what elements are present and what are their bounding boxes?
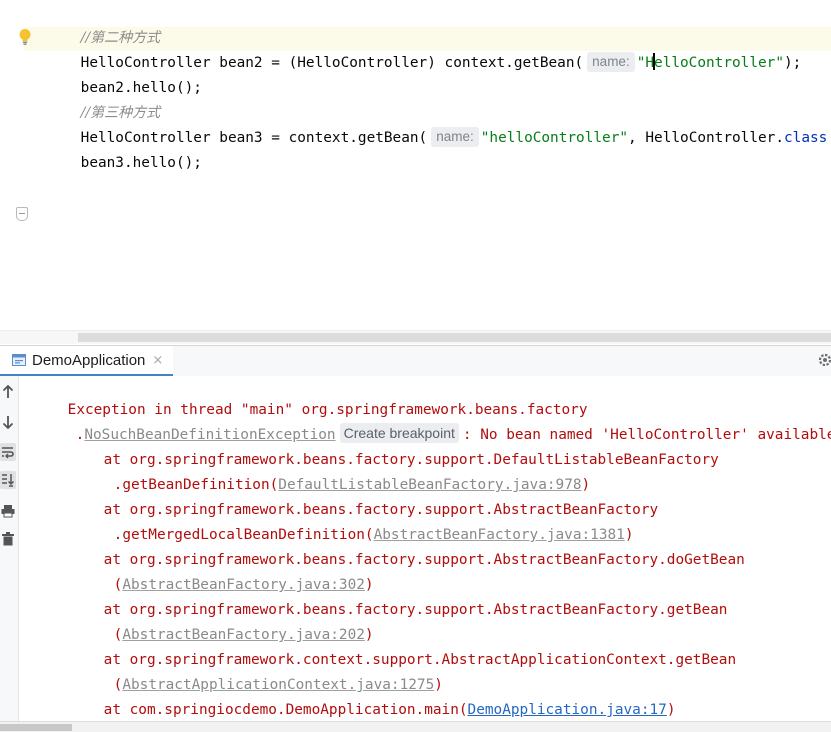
up-button[interactable] (0, 383, 16, 401)
console-line: .NoSuchBeanDefinitionException Create bre… (41, 398, 831, 443)
console-line: (AbstractBeanFactory.java:302) (79, 548, 374, 593)
gear-icon[interactable] (817, 352, 831, 368)
arrow-up-icon (2, 385, 14, 398)
code-line-bean3-hello[interactable]: bean3.hello(); (46, 126, 202, 171)
code-keyword: class (784, 130, 828, 146)
console-line: at org.springframework.context.support.A… (69, 623, 736, 668)
console-line: Exception in thread "main" org.springfra… (33, 376, 588, 418)
console-line: (AbstractBeanFactory.java:202) (79, 598, 374, 643)
soft-wrap-icon (2, 447, 14, 459)
code-editor[interactable]: //第二种方式 HelloController bean2 = (HelloCo… (0, 0, 831, 344)
stack-frame-link[interactable]: DemoApplication.java:17 (468, 702, 667, 718)
console-line: at org.springframework.beans.factory.sup… (69, 473, 659, 518)
console-line: at org.springframework.beans.factory.sup… (69, 523, 745, 568)
run-config-icon (12, 354, 26, 366)
print-icon (1, 505, 15, 518)
clear-all-button[interactable] (0, 530, 16, 548)
code-string: "H (636, 55, 655, 71)
fold-icon[interactable] (16, 207, 28, 221)
arrow-down-icon (2, 416, 14, 429)
parameter-hint: name: (587, 52, 635, 72)
close-icon[interactable]: × (152, 353, 163, 368)
down-button[interactable] (0, 413, 16, 431)
console-horizontal-scrollbar[interactable] (0, 721, 831, 732)
code-line-bean3[interactable]: HelloController bean3 = context.getBean(… (46, 101, 827, 147)
console-line: at org.springframework.beans.factory.sup… (69, 573, 728, 618)
lightbulb-icon[interactable] (18, 28, 32, 46)
scroll-to-end-button[interactable] (0, 471, 16, 489)
console-line: at com.springiocdemo.DemoApplication.mai… (69, 673, 676, 718)
soft-wrap-button[interactable] (0, 443, 16, 461)
print-button[interactable] (0, 502, 16, 520)
code-text: bean3.hello(); (80, 155, 202, 171)
run-tool-window-header: DemoApplication × (0, 345, 831, 377)
code-line-comment-3[interactable]: //第三种方式 (46, 76, 160, 121)
scroll-to-end-icon (2, 474, 15, 487)
console-line: .getBeanDefinition(DefaultListableBeanFa… (79, 448, 591, 493)
code-text: , HelloController. (628, 130, 784, 146)
horizontal-scrollbar-thumb[interactable] (78, 333, 831, 342)
console-line: at org.springframework.beans.factory.sup… (69, 423, 719, 468)
code-line-bean2-hello[interactable]: bean2.hello(); (46, 51, 202, 96)
editor-gutter[interactable] (0, 0, 24, 344)
tab-label: DemoApplication (32, 351, 146, 369)
console-text: at com.springiocdemo.DemoApplication.mai… (103, 702, 468, 718)
tab-demo-application[interactable]: DemoApplication × (0, 346, 174, 376)
console-horizontal-scrollbar-thumb[interactable] (0, 724, 72, 731)
code-line-comment-2[interactable]: //第二种方式 (46, 1, 160, 46)
console-side-toolbar (0, 376, 19, 731)
code-text: ); (784, 55, 802, 71)
trash-icon (2, 532, 14, 546)
console-output[interactable]: Exception in thread "main" org.springfra… (19, 376, 831, 721)
console-line: .getMergedLocalBeanDefinition(AbstractBe… (79, 498, 634, 543)
console-text: ) (666, 702, 676, 718)
code-string: elloController" (654, 55, 784, 71)
code-line-bean2[interactable]: HelloController bean2 = (HelloController… (46, 26, 801, 72)
parameter-hint: name: (431, 127, 479, 147)
code-string: "helloController" (480, 130, 629, 146)
console-line: (AbstractApplicationContext.java:1275) (79, 648, 443, 693)
